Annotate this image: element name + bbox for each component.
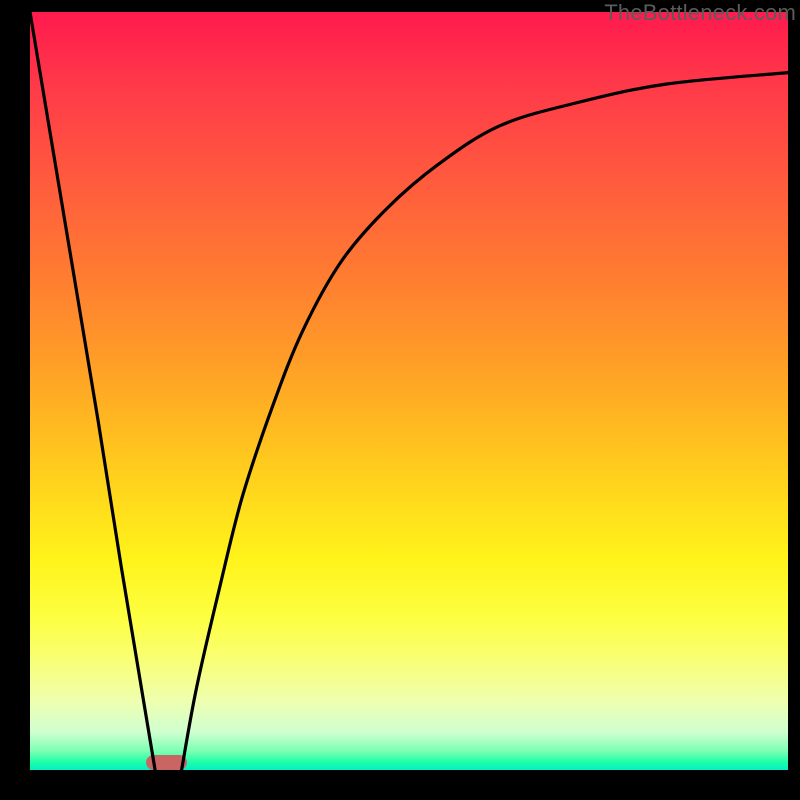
- bottleneck-curve: [30, 12, 788, 770]
- curve-right: [182, 73, 788, 770]
- chart-plot-area: [30, 12, 788, 770]
- watermark-text: TheBottleneck.com: [604, 0, 796, 26]
- curve-left: [30, 12, 155, 770]
- chart-frame: TheBottleneck.com: [0, 0, 800, 800]
